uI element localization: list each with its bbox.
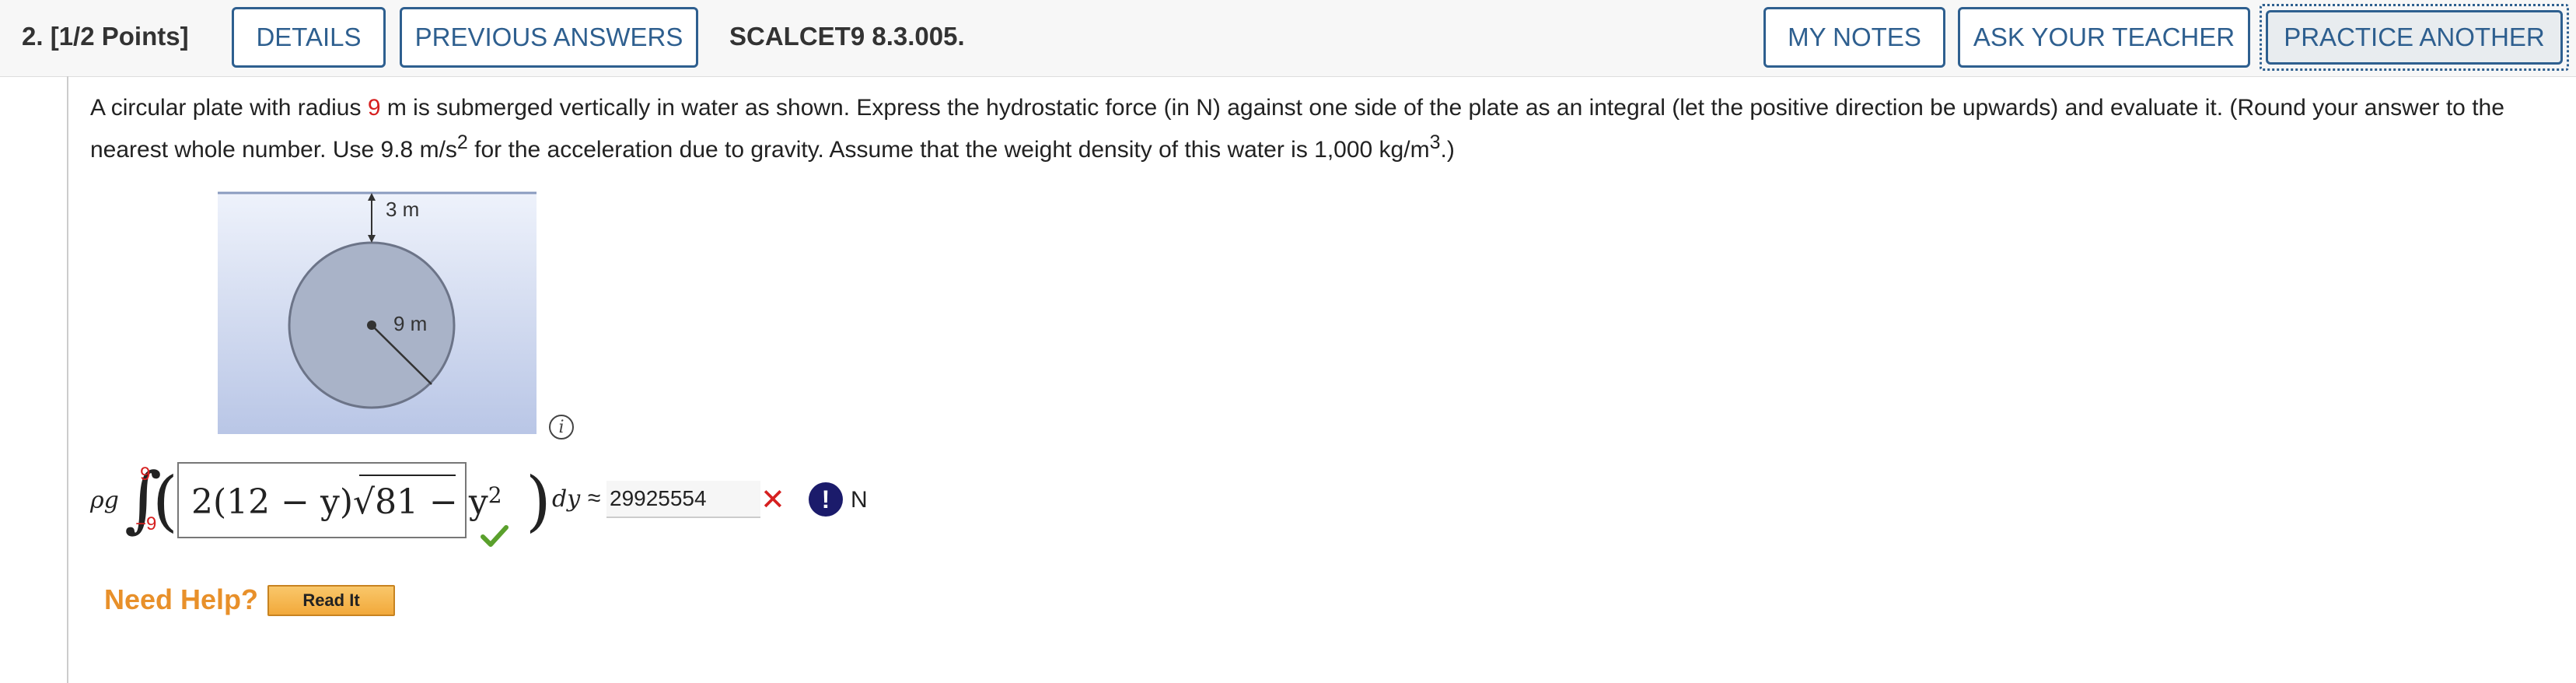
integrand-expression: 2(12 − y)√81 − y2 bbox=[191, 482, 502, 522]
depth-label: 3 m bbox=[386, 198, 419, 221]
info-icon[interactable]: i bbox=[549, 415, 574, 440]
upper-limit: 9 bbox=[140, 464, 151, 485]
my-notes-button[interactable]: MY NOTES bbox=[1763, 7, 1945, 68]
question-number-points: 2. [1/2 Points] bbox=[22, 22, 189, 51]
plate-figure: 3 m 9 m bbox=[210, 179, 544, 436]
alert-icon[interactable]: ! bbox=[809, 482, 843, 517]
need-help-label: Need Help? bbox=[104, 583, 259, 615]
question-number: 2. bbox=[22, 22, 44, 51]
points-label: [1/2 Points] bbox=[50, 22, 189, 51]
plate-diagram: 3 m 9 m bbox=[218, 191, 537, 434]
sqrt-bar bbox=[359, 475, 456, 476]
left-paren: ( bbox=[152, 463, 178, 539]
approx-symbol: ≈ bbox=[588, 485, 601, 511]
right-paren: ) bbox=[526, 463, 551, 539]
ask-teacher-button[interactable]: ASK YOUR TEACHER bbox=[1958, 7, 2250, 68]
assignment-id: SCALCET9 8.3.005. bbox=[729, 22, 965, 51]
answer-input[interactable] bbox=[606, 481, 760, 518]
differential: dy bbox=[552, 485, 581, 513]
radius-label: 9 m bbox=[393, 312, 427, 335]
question-text: A circular plate with radius 9 m is subm… bbox=[90, 95, 2504, 163]
rho-g-prefix: ρg bbox=[90, 487, 119, 514]
unit-label: N bbox=[851, 487, 868, 513]
question-header: 2. [1/2 Points] DETAILS PREVIOUS ANSWERS… bbox=[0, 0, 2576, 77]
integrand-input[interactable]: 2(12 − y)√81 − y2 bbox=[177, 462, 502, 538]
read-it-button[interactable]: Read It bbox=[267, 585, 395, 616]
incorrect-icon: ✕ bbox=[760, 484, 785, 517]
practice-another-button[interactable]: PRACTICE ANOTHER bbox=[2266, 10, 2563, 65]
check-icon bbox=[481, 525, 509, 547]
previous-answers-button[interactable]: PREVIOUS ANSWERS bbox=[400, 7, 698, 68]
details-button[interactable]: DETAILS bbox=[232, 7, 386, 68]
radius-value: 9 bbox=[367, 95, 381, 121]
